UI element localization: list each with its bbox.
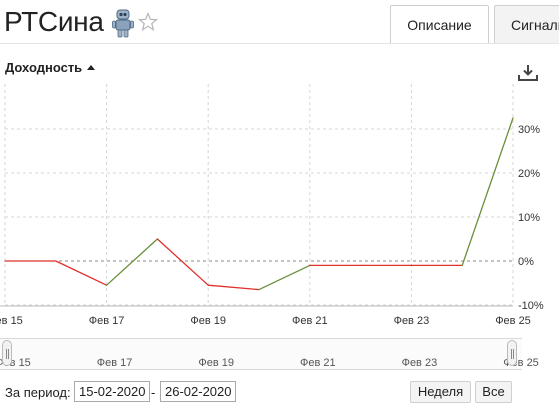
page-title: РТСина [4, 6, 104, 37]
series-segment [105, 238, 159, 286]
tab-signals[interactable]: Сигналы [494, 5, 559, 43]
date-from-input[interactable] [74, 381, 150, 402]
y-tick-label: 0% [518, 256, 534, 268]
x-tick-label: Фев 19 [190, 315, 226, 327]
returns-label: Доходность [5, 60, 83, 75]
series-segment [55, 260, 108, 286]
y-tick-label: 10% [518, 212, 540, 224]
period-label: За период: [5, 385, 71, 400]
navigator-tick-label: Фев 21 [299, 357, 336, 369]
x-tick-label: Фев 15 [0, 315, 23, 327]
robot-icon [112, 9, 134, 38]
download-icon[interactable] [517, 64, 539, 82]
y-tick-label: 20% [518, 168, 540, 180]
navigator-tick-label: Фев 23 [401, 357, 438, 369]
x-tick-label: Фев 23 [394, 315, 430, 327]
y-tick-label: 30% [518, 124, 540, 136]
x-tick-label: Фев 25 [495, 315, 531, 327]
favorite-star-icon[interactable] [138, 12, 158, 32]
series-segment [461, 117, 514, 267]
week-button[interactable]: Неделя [410, 381, 471, 403]
all-button[interactable]: Все [475, 381, 512, 403]
returns-sort-toggle[interactable]: Доходность [5, 60, 96, 75]
tab-description[interactable]: Описание [390, 5, 489, 43]
series-segment [258, 264, 311, 291]
navigator-tick-label: Фев 19 [198, 357, 234, 369]
range-navigator[interactable] [0, 338, 522, 370]
series-segment [156, 238, 209, 286]
y-tick-label: -10% [518, 300, 544, 312]
navigator-tick-label: Фев 17 [96, 357, 133, 369]
period-separator: - [151, 385, 156, 400]
sort-up-icon [87, 65, 96, 70]
x-tick-label: Фев 17 [89, 315, 125, 327]
navigator-right-handle[interactable] [507, 340, 517, 366]
x-tick-label: Фев 21 [292, 315, 328, 327]
date-to-input[interactable] [160, 381, 236, 402]
navigator-left-handle[interactable] [2, 340, 12, 366]
header-divider [0, 43, 559, 44]
returns-chart: -10% 0% 10% 20% 30% Фев 15 Фев 17 Фев 19 Фев 21 Ф… [0, 84, 544, 327]
series-segment [207, 284, 260, 291]
